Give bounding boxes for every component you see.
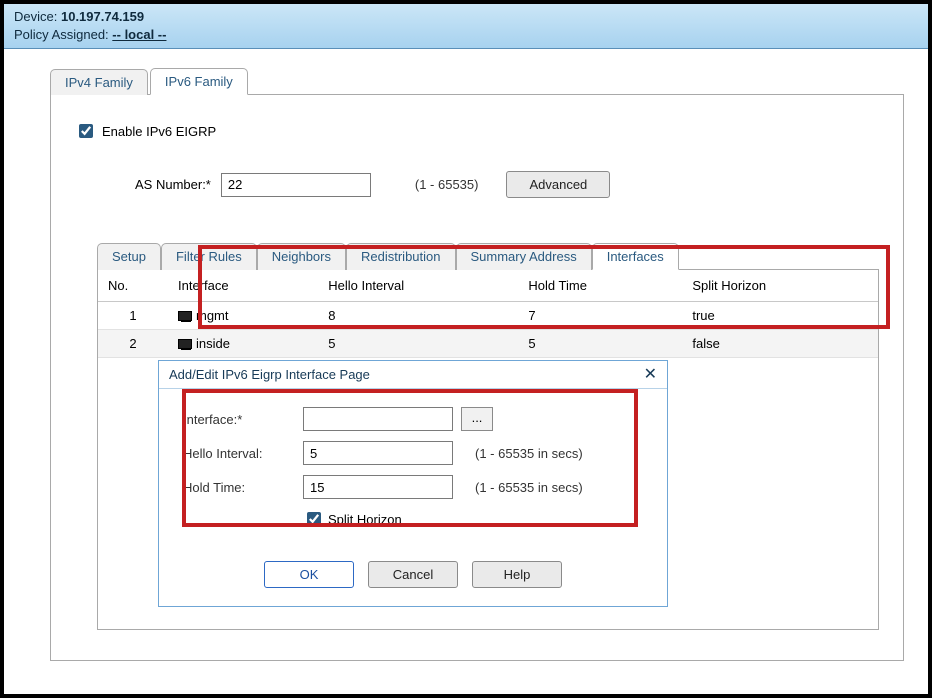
td-hold: 5 xyxy=(518,330,682,358)
nic-icon xyxy=(178,339,192,349)
device-ip: 10.197.74.159 xyxy=(61,9,144,24)
td-interface: mgmt xyxy=(168,302,318,330)
td-hello: 8 xyxy=(318,302,518,330)
th-no: No. xyxy=(98,270,168,302)
tab-setup[interactable]: Setup xyxy=(97,243,161,270)
th-hold: Hold Time xyxy=(518,270,682,302)
dialog-title: Add/Edit IPv6 Eigrp Interface Page xyxy=(169,367,370,382)
as-number-input[interactable] xyxy=(221,173,371,197)
help-button[interactable]: Help xyxy=(472,561,562,588)
advanced-button[interactable]: Advanced xyxy=(506,171,610,198)
th-interface: Interface xyxy=(168,270,318,302)
td-no: 2 xyxy=(98,330,168,358)
table-row[interactable]: 1 mgmt 8 7 true xyxy=(98,302,878,330)
as-range: (1 - 65535) xyxy=(415,177,479,192)
td-hello: 5 xyxy=(318,330,518,358)
tab-interfaces[interactable]: Interfaces xyxy=(592,243,679,270)
tab-ipv4[interactable]: IPv4 Family xyxy=(50,69,148,95)
hello-interval-input[interactable] xyxy=(303,441,453,465)
eigrp-subtabs: Setup Filter Rules Neighbors Redistribut… xyxy=(97,242,879,270)
interface-name: inside xyxy=(196,336,230,351)
hold-time-label: Hold Time: xyxy=(183,480,303,495)
family-tabs: IPv4 Family IPv6 Family xyxy=(50,67,904,95)
td-split: true xyxy=(682,302,878,330)
nic-icon xyxy=(178,311,192,321)
td-no: 1 xyxy=(98,302,168,330)
td-interface: inside xyxy=(168,330,318,358)
policy-value[interactable]: -- local -- xyxy=(112,27,166,42)
hello-interval-label: Hello Interval: xyxy=(183,446,303,461)
enable-ipv6-eigrp-checkbox[interactable] xyxy=(79,124,93,138)
interface-browse-button[interactable]: ... xyxy=(461,407,493,431)
interfaces-table: No. Interface Hello Interval Hold Time S… xyxy=(98,270,878,358)
split-horizon-checkbox[interactable] xyxy=(307,512,321,526)
table-row[interactable]: 2 inside 5 5 false xyxy=(98,330,878,358)
tab-ipv6[interactable]: IPv6 Family xyxy=(150,68,248,95)
tab-summary-address[interactable]: Summary Address xyxy=(456,243,592,270)
interface-name: mgmt xyxy=(196,308,229,323)
tab-redistribution[interactable]: Redistribution xyxy=(346,243,456,270)
tab-neighbors[interactable]: Neighbors xyxy=(257,243,346,270)
cancel-button[interactable]: Cancel xyxy=(368,561,458,588)
hold-time-input[interactable] xyxy=(303,475,453,499)
close-icon[interactable]: ✕ xyxy=(644,368,657,382)
td-split: false xyxy=(682,330,878,358)
interface-label: Interface:* xyxy=(183,412,303,427)
ok-button[interactable]: OK xyxy=(264,561,354,588)
device-label: Device: xyxy=(14,9,57,24)
policy-label: Policy Assigned: xyxy=(14,27,109,42)
tab-filter-rules[interactable]: Filter Rules xyxy=(161,243,257,270)
td-hold: 7 xyxy=(518,302,682,330)
interface-input[interactable] xyxy=(303,407,453,431)
th-split: Split Horizon xyxy=(682,270,878,302)
hello-hint: (1 - 65535 in secs) xyxy=(475,446,583,461)
add-edit-interface-dialog: Add/Edit IPv6 Eigrp Interface Page ✕ Int… xyxy=(158,360,668,607)
split-horizon-label: Split Horizon xyxy=(328,512,402,527)
as-number-label: AS Number:* xyxy=(135,177,211,192)
enable-ipv6-eigrp-label: Enable IPv6 EIGRP xyxy=(102,124,216,139)
hold-hint: (1 - 65535 in secs) xyxy=(475,480,583,495)
th-hello: Hello Interval xyxy=(318,270,518,302)
device-header: Device: 10.197.74.159 Policy Assigned: -… xyxy=(4,4,928,49)
